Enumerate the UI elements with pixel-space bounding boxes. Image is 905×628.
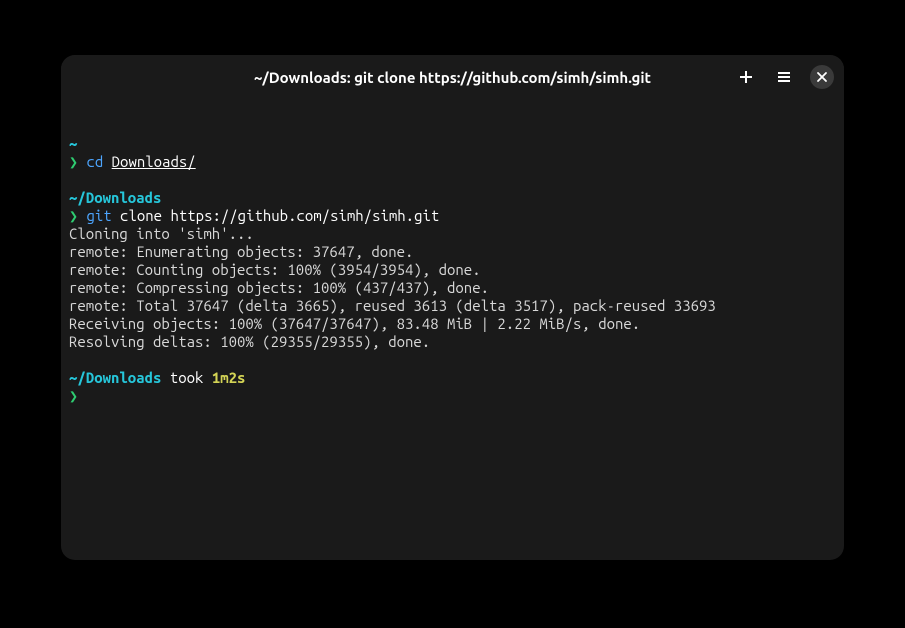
output-line: Resolving deltas: 100% (29355/29355), do… <box>69 333 836 351</box>
command-line: ❯ <box>69 387 836 405</box>
menu-button[interactable] <box>772 65 796 89</box>
cmd-arg: Downloads/ <box>112 153 196 170</box>
terminal-line <box>69 351 836 369</box>
prompt-path: ~ <box>69 135 836 153</box>
took-label: took <box>161 369 211 386</box>
terminal-line <box>69 99 836 117</box>
new-tab-button[interactable] <box>734 65 758 89</box>
terminal-window: ~/Downloads: git clone https://github.co… <box>61 55 844 560</box>
plus-icon <box>738 69 754 85</box>
titlebar: ~/Downloads: git clone https://github.co… <box>61 55 844 99</box>
cmd-cd: cd <box>86 153 103 170</box>
path-text: ~ <box>69 135 77 152</box>
output-line: remote: Counting objects: 100% (3954/395… <box>69 261 836 279</box>
command-line: ❯ cd Downloads/ <box>69 153 836 171</box>
close-button[interactable] <box>810 65 834 89</box>
prompt-char: ❯ <box>69 207 78 224</box>
cmd-git: git <box>86 207 111 224</box>
hamburger-icon <box>776 69 792 85</box>
prompt-char: ❯ <box>69 153 78 170</box>
duration-text: 1m2s <box>212 369 246 386</box>
close-icon <box>816 71 828 83</box>
terminal-body[interactable]: ~ ❯ cd Downloads/ ~/Downloads ❯ git clon… <box>61 99 844 560</box>
output-line: Receiving objects: 100% (37647/37647), 8… <box>69 315 836 333</box>
window-title: ~/Downloads: git clone https://github.co… <box>254 69 651 86</box>
terminal-line <box>69 117 836 135</box>
path-text: ~/Downloads <box>69 369 161 386</box>
output-line: remote: Enumerating objects: 37647, done… <box>69 243 836 261</box>
output-line: Cloning into 'simh'... <box>69 225 836 243</box>
prompt-path: ~/Downloads <box>69 189 836 207</box>
output-line: remote: Total 37647 (delta 3665), reused… <box>69 297 836 315</box>
cmd-url: https://github.com/simh/simh.git <box>170 207 439 224</box>
titlebar-controls <box>734 65 834 89</box>
prompt-path: ~/Downloads took 1m2s <box>69 369 836 387</box>
terminal-line <box>69 171 836 189</box>
prompt-char: ❯ <box>69 387 78 404</box>
path-text: ~/Downloads <box>69 189 161 206</box>
command-line: ❯ git clone https://github.com/simh/simh… <box>69 207 836 225</box>
cmd-sub: clone <box>120 207 162 224</box>
output-line: remote: Compressing objects: 100% (437/4… <box>69 279 836 297</box>
